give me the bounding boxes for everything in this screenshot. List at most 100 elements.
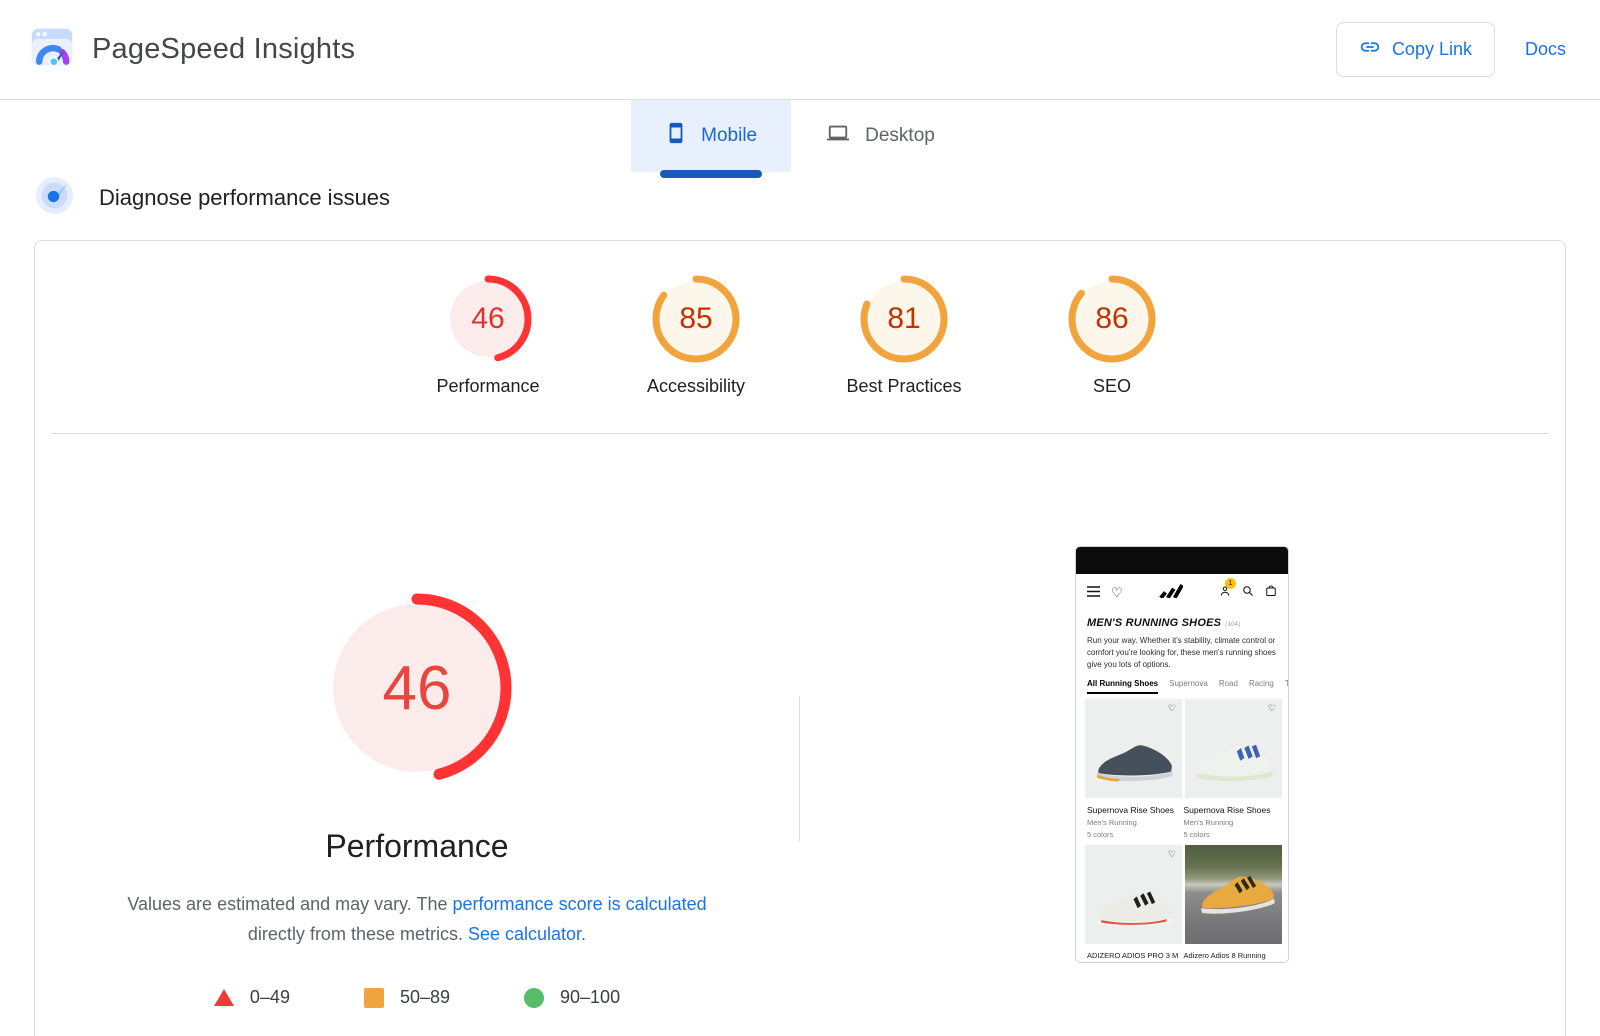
legend-average-range: 50–89 (400, 987, 450, 1008)
best-practices-score: 81 (859, 274, 949, 364)
copy-link-label: Copy Link (1392, 39, 1472, 60)
product-grid-row2: ♡ (1076, 845, 1288, 944)
gauge-seo[interactable]: 86 SEO (1036, 274, 1188, 397)
product-name: Supernova Rise Shoes (1184, 805, 1278, 815)
legend-pass: 90–100 (524, 987, 620, 1008)
app-header: PageSpeed Insights Copy Link Docs (0, 0, 1600, 100)
gauge-best-practices[interactable]: 81 Best Practices (828, 274, 980, 397)
seo-gauge-ring: 86 (1067, 274, 1157, 364)
tab-mobile-label: Mobile (701, 125, 757, 147)
filter-tab-cut: T (1285, 679, 1288, 694)
shoe-illustration-light (1190, 733, 1282, 792)
heart-icon: ♡ (1168, 850, 1176, 859)
performance-label: Performance (436, 376, 539, 397)
product-name: Supernova Rise Shoes (1087, 805, 1181, 815)
diagnose-section-header: Diagnose performance issues (36, 178, 1600, 218)
gauge-accessibility[interactable]: 85 Accessibility (620, 274, 772, 397)
product-colors: 5 colors (1087, 830, 1181, 839)
performance-detail-section: 46 Performance Values are estimated and … (35, 434, 1565, 1008)
best-practices-gauge-ring: 81 (859, 274, 949, 364)
vertical-divider (799, 696, 800, 841)
accessibility-label: Accessibility (647, 376, 745, 397)
app-title: PageSpeed Insights (92, 33, 355, 66)
shoe-illustration-dark (1090, 733, 1182, 792)
notification-badge: 1 (1225, 578, 1236, 589)
legend-fail: 0–49 (214, 987, 290, 1008)
screenshot-top-banner (1076, 547, 1288, 574)
tab-mobile[interactable]: Mobile (631, 100, 791, 172)
product-name: Adizero Adios 8 Running (1184, 951, 1278, 960)
filter-tab-supernova: Supernova (1169, 679, 1208, 694)
account-icon: 1 (1219, 584, 1231, 602)
pagespeed-logo-icon (30, 25, 74, 74)
screenshot-page-title: MEN'S RUNNING SHOES (1087, 617, 1221, 629)
see-calculator-link[interactable]: See calculator. (468, 924, 586, 944)
product-image-3: ♡ (1085, 845, 1182, 944)
filter-tab-racing: Racing (1249, 679, 1274, 694)
smartphone-icon (665, 122, 687, 150)
hamburger-menu-icon (1087, 584, 1100, 602)
device-tabs: Mobile Desktop (0, 100, 1600, 178)
average-square-icon (364, 988, 384, 1008)
category-gauges: 46 Performance 85 Accessibility 81 (35, 241, 1565, 397)
screenshot-navbar: ♡ (1076, 574, 1288, 611)
product-captions-row2: ADIZERO ADIOS PRO 3 M Adizero Adios 8 Ru… (1076, 944, 1288, 960)
best-practices-label: Best Practices (846, 376, 961, 397)
accessibility-gauge-ring: 85 (651, 274, 741, 364)
tab-desktop-label: Desktop (865, 125, 935, 147)
seo-label: SEO (1093, 376, 1131, 397)
product-card-1: Supernova Rise Shoes Men's Running 5 col… (1087, 805, 1181, 839)
performance-gauge-ring: 46 (443, 274, 533, 364)
page-screenshot-thumbnail[interactable]: ♡ (1075, 546, 1289, 963)
screenshot-result-count: (104) (1225, 621, 1240, 628)
big-performance-score: 46 (321, 592, 513, 784)
legend-fail-range: 0–49 (250, 987, 290, 1008)
filter-tab-all: All Running Shoes (1087, 679, 1158, 694)
shopping-bag-icon (1265, 584, 1277, 602)
product-grid-row1: ♡ ♡ (1076, 699, 1288, 798)
heart-icon: ♡ (1268, 704, 1276, 713)
product-colors: 5 colors (1184, 830, 1278, 839)
desc-middle: directly from these metrics. (248, 924, 468, 944)
score-calculation-link[interactable]: performance score is calculated (453, 894, 707, 914)
product-category: Men's Running (1184, 818, 1278, 827)
adidas-logo (1159, 583, 1183, 603)
product-image-1: ♡ (1085, 699, 1182, 798)
fail-triangle-icon (214, 989, 234, 1006)
legend-average: 50–89 (364, 987, 450, 1008)
gauge-performance[interactable]: 46 Performance (412, 274, 564, 397)
performance-description: Values are estimated and may vary. The p… (108, 889, 726, 949)
score-legend: 0–49 50–89 90–100 (214, 987, 620, 1008)
report-card: 46 Performance 85 Accessibility 81 (34, 240, 1566, 1036)
shoe-illustration-yellow (1190, 860, 1282, 926)
big-performance-gauge: 46 (321, 592, 513, 784)
product-category: Men's Running (1087, 818, 1181, 827)
product-image-2: ♡ (1185, 699, 1282, 798)
pass-circle-icon (524, 988, 544, 1008)
screenshot-description: Run your way. Whether it's stability, cl… (1076, 629, 1288, 671)
product-captions-row1: Supernova Rise Shoes Men's Running 5 col… (1076, 798, 1288, 839)
tab-desktop[interactable]: Desktop (791, 100, 969, 172)
filter-tab-road: Road (1219, 679, 1238, 694)
performance-score: 46 (443, 274, 533, 364)
link-icon (1359, 36, 1381, 63)
screenshot-filter-tabs: All Running Shoes Supernova Road Racing … (1076, 679, 1288, 694)
diagnose-title: Diagnose performance issues (99, 185, 390, 211)
copy-link-button[interactable]: Copy Link (1336, 22, 1495, 77)
speedometer-icon (36, 177, 73, 219)
brand[interactable]: PageSpeed Insights (30, 25, 355, 74)
product-card-2: Supernova Rise Shoes Men's Running 5 col… (1184, 805, 1278, 839)
performance-detail-title: Performance (325, 828, 508, 865)
legend-pass-range: 90–100 (560, 987, 620, 1008)
shoe-illustration-white (1090, 879, 1182, 938)
wishlist-heart-icon: ♡ (1111, 586, 1123, 599)
product-image-4-photo (1185, 845, 1282, 944)
docs-link[interactable]: Docs (1525, 39, 1566, 60)
product-name: ADIZERO ADIOS PRO 3 M (1087, 951, 1181, 960)
desc-prefix: Values are estimated and may vary. The (127, 894, 452, 914)
laptop-icon (825, 122, 851, 150)
heart-icon: ♡ (1168, 704, 1176, 713)
accessibility-score: 85 (651, 274, 741, 364)
search-icon (1242, 584, 1254, 602)
seo-score: 86 (1067, 274, 1157, 364)
